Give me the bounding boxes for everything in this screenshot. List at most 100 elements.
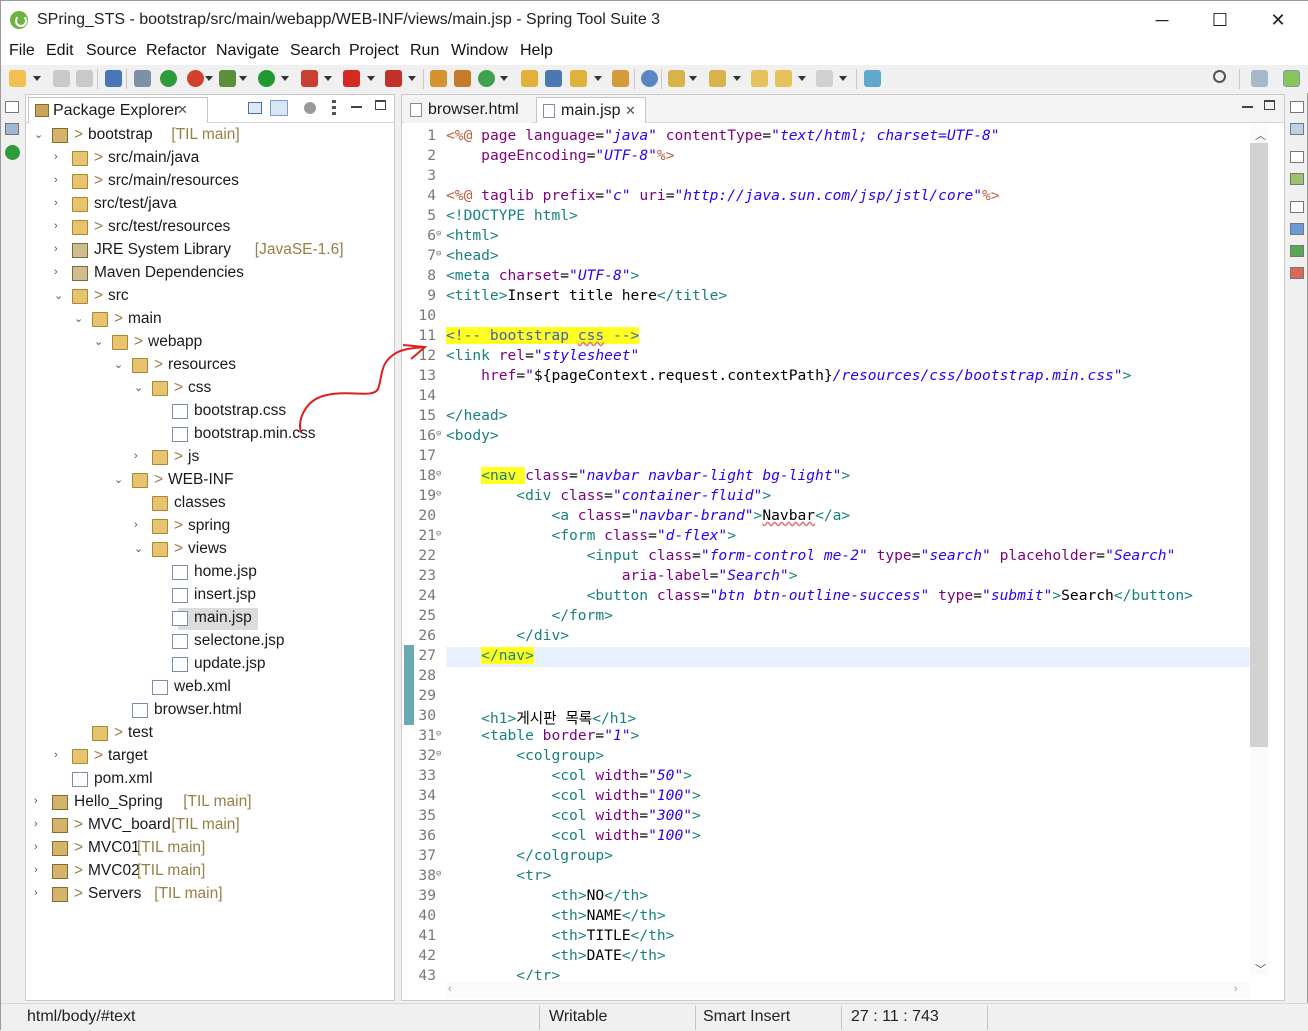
menu-source[interactable]: Source [86, 42, 137, 60]
restore-icon[interactable] [1290, 151, 1304, 163]
tree-item[interactable]: ⌄ > src [26, 286, 386, 308]
tree-item[interactable]: bootstrap.css [26, 401, 386, 423]
skip-breakpoints-icon[interactable] [134, 70, 151, 87]
scroll-up-arrow[interactable]: ︿ [1255, 127, 1266, 143]
expanded-chevron-icon[interactable]: ⌄ [94, 335, 103, 348]
problems-trim-icon[interactable] [1290, 267, 1304, 279]
tree-item[interactable]: insert.jsp [26, 585, 386, 607]
boot-dropdown-arrow[interactable] [205, 76, 213, 81]
pin-editor-icon[interactable] [864, 70, 881, 87]
external-dropdown-arrow[interactable] [324, 76, 332, 81]
back-dropdown-arrow[interactable] [798, 76, 806, 81]
tree-item[interactable]: › > src/main/resources [26, 171, 386, 193]
tree-item[interactable]: ⌄ > WEB-INF [26, 470, 386, 492]
close-window-button[interactable]: ✕ [1249, 1, 1307, 39]
expanded-chevron-icon[interactable]: ⌄ [134, 381, 143, 394]
collapsed-chevron-icon[interactable]: › [54, 220, 58, 232]
tree-item[interactable]: classes [26, 493, 386, 515]
maximize-icon[interactable] [375, 100, 386, 110]
scroll-down-arrow[interactable]: ﹀ [1255, 961, 1266, 977]
fold-collapse-icon[interactable]: ⊖ [436, 729, 441, 739]
console-trim-icon[interactable] [1290, 223, 1304, 235]
collapsed-chevron-icon[interactable]: › [54, 151, 58, 163]
collapsed-chevron-icon[interactable]: › [54, 749, 58, 761]
restore-icon[interactable] [5, 101, 19, 113]
open-type-icon[interactable] [521, 70, 538, 87]
tree-item[interactable]: › Maven Dependencies [26, 263, 386, 285]
forward-dropdown-arrow[interactable] [839, 76, 847, 81]
tree-item[interactable]: ⌄ > css [26, 378, 386, 400]
tree-item[interactable]: ⌄ > views [26, 539, 386, 561]
menu-window[interactable]: Window [451, 42, 508, 60]
spring-perspective-icon[interactable] [1283, 70, 1300, 87]
maximize-icon[interactable] [1264, 100, 1275, 110]
tree-item[interactable]: pom.xml [26, 769, 386, 791]
tree-item[interactable]: › > src/main/java [26, 148, 386, 170]
menu-refactor[interactable]: Refactor [146, 42, 206, 60]
close-icon[interactable]: ✕ [625, 103, 636, 119]
expanded-chevron-icon[interactable]: ⌄ [74, 312, 83, 325]
tree-item[interactable]: main.jsp [172, 608, 258, 630]
tree-item[interactable]: selectone.jsp [26, 631, 386, 653]
minimize-icon[interactable] [1242, 106, 1253, 108]
save-all-icon[interactable] [76, 70, 93, 87]
tree-item[interactable]: ⌄ > webapp [26, 332, 386, 354]
collapsed-chevron-icon[interactable]: › [34, 864, 38, 876]
tab-package-explorer[interactable]: Package Explorer ✕ [28, 97, 208, 123]
close-icon[interactable]: ✕ [177, 102, 188, 118]
spring-trim-icon[interactable] [1290, 173, 1304, 185]
prev-annotation-icon[interactable] [709, 70, 726, 87]
fold-collapse-icon[interactable]: ⊖ [436, 489, 441, 499]
open-task-icon[interactable] [545, 70, 562, 87]
fold-collapse-icon[interactable]: ⊖ [436, 229, 441, 239]
expanded-chevron-icon[interactable]: ⌄ [34, 128, 43, 141]
debug-dropdown-arrow[interactable] [239, 76, 247, 81]
collapsed-chevron-icon[interactable]: › [54, 197, 58, 209]
boot-dashboard-trim-icon[interactable] [5, 123, 19, 135]
perspective-icon[interactable] [1251, 70, 1268, 87]
run-icon[interactable] [258, 70, 275, 87]
collapsed-chevron-icon[interactable]: › [34, 818, 38, 830]
collapsed-chevron-icon[interactable]: › [134, 519, 138, 531]
filter-icon[interactable] [304, 102, 316, 114]
outline-icon[interactable] [1290, 123, 1304, 135]
fold-collapse-icon[interactable]: ⊖ [436, 869, 441, 879]
restore-icon[interactable] [1290, 101, 1304, 113]
new-dropdown-arrow[interactable] [33, 76, 41, 81]
forward-icon[interactable] [816, 70, 833, 87]
power-icon[interactable] [5, 145, 20, 160]
expanded-chevron-icon[interactable]: ⌄ [54, 289, 63, 302]
collapsed-chevron-icon[interactable]: › [54, 174, 58, 186]
vertical-scrollbar-thumb[interactable] [1250, 143, 1268, 747]
tab-main-jsp[interactable]: main.jsp ✕ [536, 97, 646, 123]
search-dropdown-arrow[interactable] [594, 76, 602, 81]
menu-file[interactable]: File [9, 42, 35, 60]
tree-item[interactable]: browser.html [26, 700, 386, 722]
minimize-icon[interactable] [351, 106, 362, 108]
debug-icon[interactable] [219, 70, 236, 87]
menu-project[interactable]: Project [349, 42, 399, 60]
collapsed-chevron-icon[interactable]: › [134, 450, 138, 462]
code-editor[interactable]: 1 <%@ page language="java" contentType="t… [402, 125, 1284, 980]
tree-item[interactable]: › > MVC02 [TIL main] [26, 861, 386, 883]
tree-item[interactable]: ⌄ > resources [26, 355, 386, 377]
tree-item[interactable]: bootstrap.min.css [26, 424, 386, 446]
new-package-icon[interactable] [454, 70, 471, 87]
run-external-icon[interactable] [301, 70, 318, 87]
scroll-left-arrow[interactable]: ‹ [448, 983, 452, 995]
restore-icon[interactable] [1290, 201, 1304, 213]
tree-item[interactable]: › > target [26, 746, 386, 768]
minimize-button[interactable]: ─ [1133, 1, 1191, 39]
next-annotation-dropdown-arrow[interactable] [689, 76, 697, 81]
tree-item[interactable]: › > js [26, 447, 386, 469]
new-class-dropdown-arrow[interactable] [500, 76, 508, 81]
console-icon[interactable] [105, 70, 122, 87]
servers-trim-icon[interactable] [1290, 245, 1304, 257]
maximize-button[interactable]: ☐ [1191, 1, 1249, 39]
tree-item[interactable]: › > Servers [TIL main] [26, 884, 386, 906]
search-tool-icon[interactable] [570, 70, 587, 87]
tree-item[interactable]: > test [26, 723, 386, 745]
tree-item[interactable]: › > MVC_board [TIL main] [26, 815, 386, 837]
deploy-icon[interactable] [385, 70, 402, 87]
tree-item[interactable]: update.jsp [26, 654, 386, 676]
